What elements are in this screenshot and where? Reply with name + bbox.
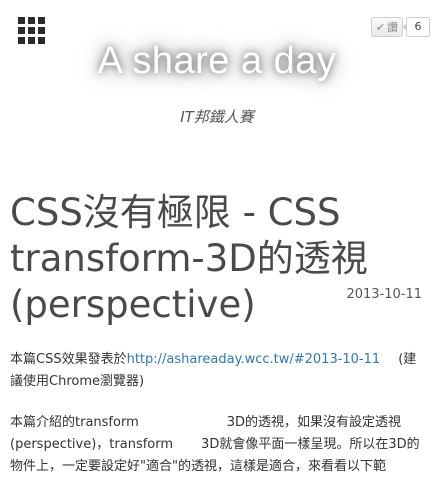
site-subtitle: IT邦鐵人賽 xyxy=(180,108,254,126)
site-title[interactable]: A share a day xyxy=(0,40,434,83)
paragraph-body: 本篇介紹的transform 3D的透視，如果沒有設定透視(perspective… xyxy=(10,412,424,478)
post-title: CSS沒有極限 - CSS transform-3D的透視 (perspecti… xyxy=(10,191,368,326)
body-part-a: 本篇介紹的transform xyxy=(10,415,139,430)
paragraph-intro: 本篇CSS效果發表於http://ashareaday.wcc.tw/#2013… xyxy=(10,349,424,393)
check-icon: ✔ xyxy=(375,20,385,34)
post-date: 2013-10-11 xyxy=(346,287,422,302)
like-count: 6 xyxy=(402,17,430,37)
like-label: 讚 xyxy=(387,21,398,34)
intro-prefix: 本篇CSS效果發表於 xyxy=(10,352,127,367)
like-button[interactable]: ✔ 讚 xyxy=(370,17,403,37)
source-link[interactable]: http://ashareaday.wcc.tw/#2013-10-11 xyxy=(127,352,381,367)
like-widget: ✔ 讚 6 xyxy=(370,17,430,37)
